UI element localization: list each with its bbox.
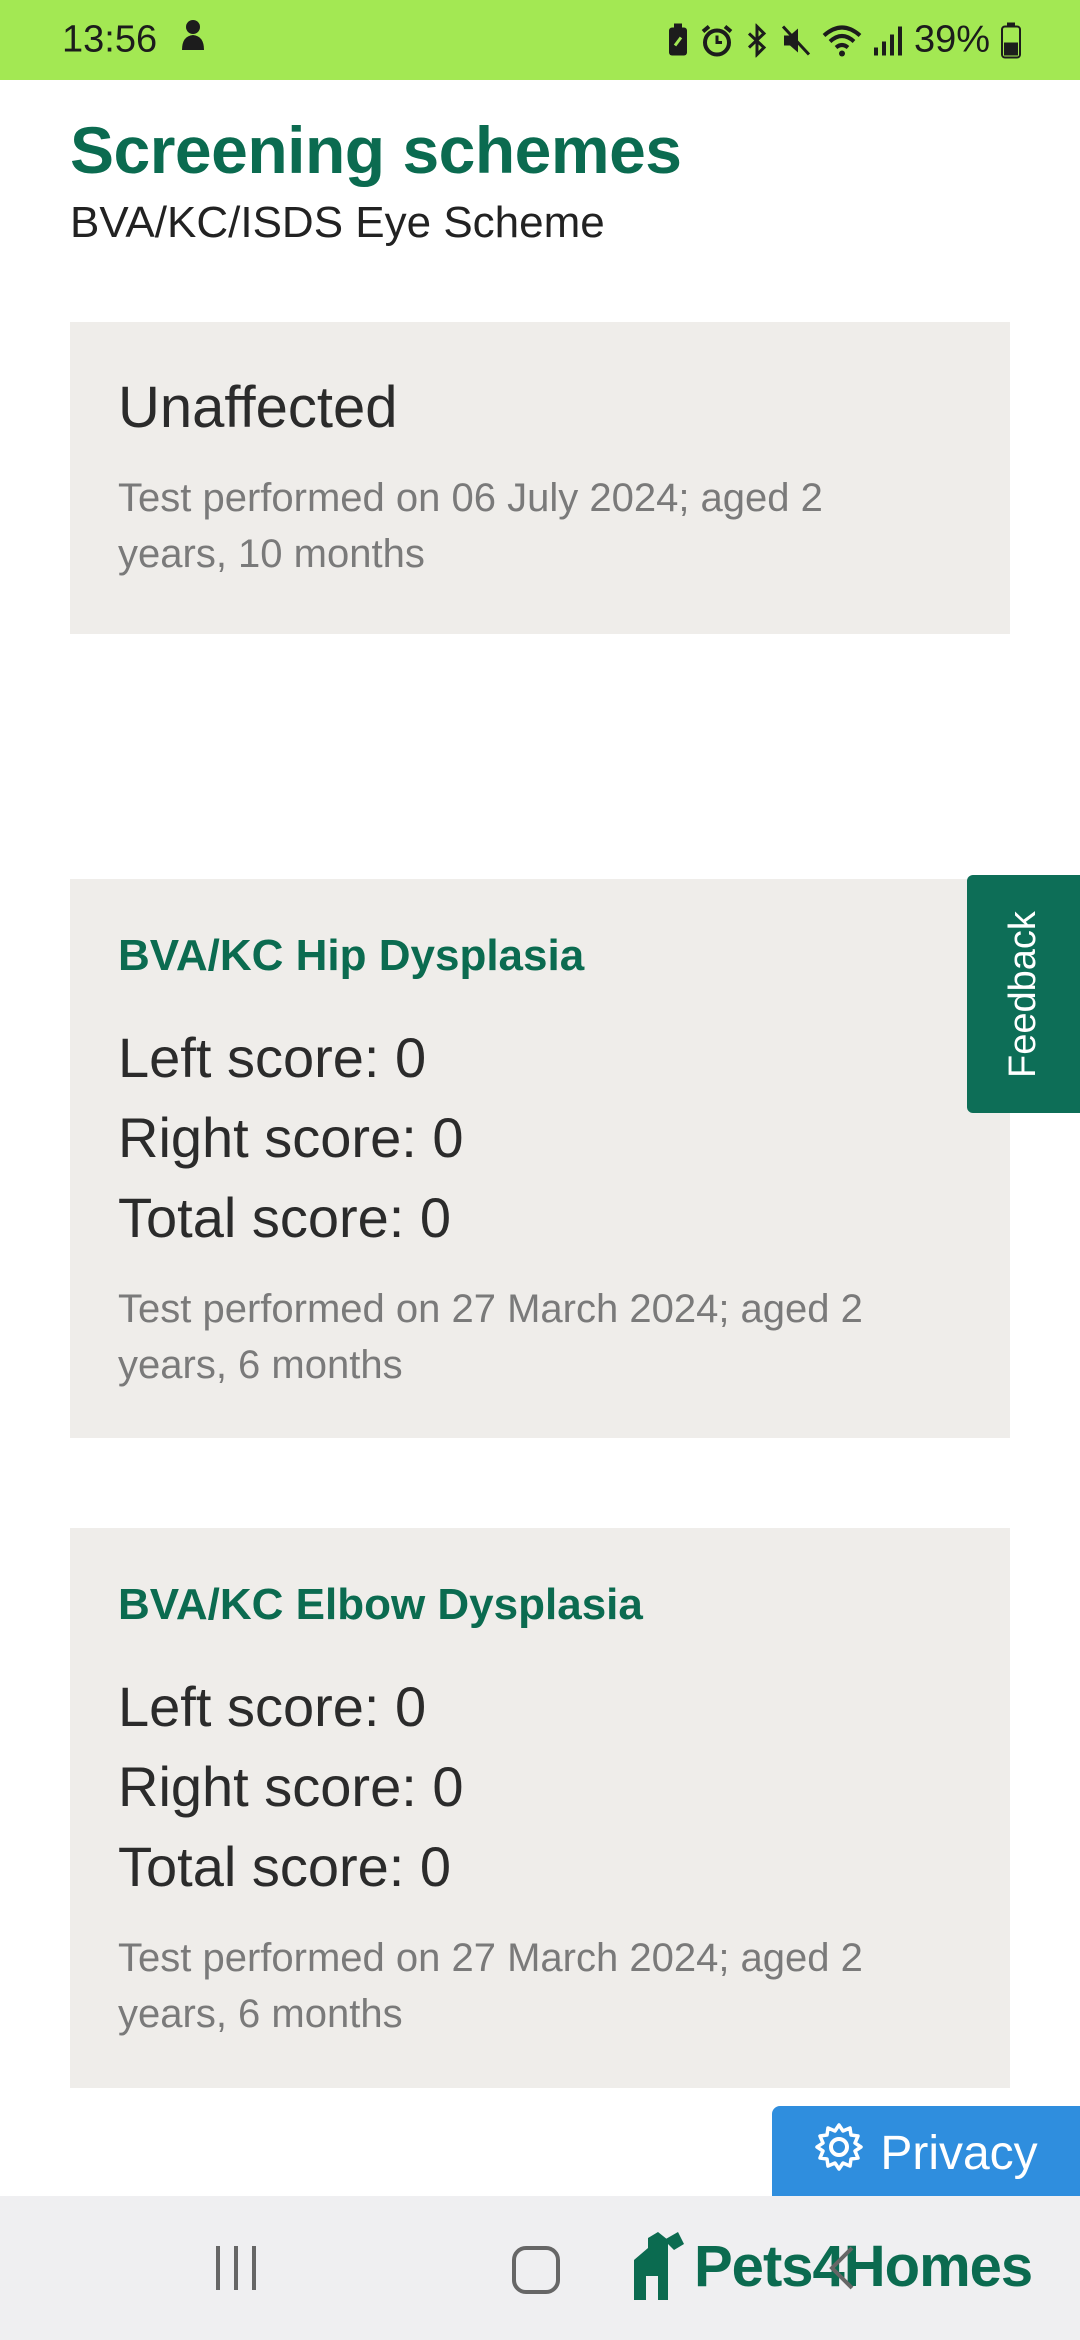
eye-result: Unaffected <box>118 375 398 440</box>
battery-saver-icon <box>666 23 690 57</box>
notification-mascot-icon <box>178 18 208 62</box>
hip-dysplasia-card: BVA/KC Hip Dysplasia Left score: 0 Right… <box>70 879 1010 1438</box>
bluetooth-icon <box>744 23 770 57</box>
wifi-icon <box>822 23 862 57</box>
hip-total-score: Total score: 0 <box>118 1186 452 1249</box>
elbow-right-score: Right score: 0 <box>118 1755 464 1818</box>
feedback-label: Feedback <box>1002 910 1045 1078</box>
home-button[interactable] <box>510 2244 562 2301</box>
status-icons: 39% <box>666 19 1022 62</box>
gear-icon <box>814 2122 864 2184</box>
brand-name: Pets4Homes <box>694 2234 1033 2299</box>
feedback-tab[interactable]: Feedback <box>967 875 1080 1113</box>
eye-test-meta: Test performed on 06 July 2024; aged 2 y… <box>118 476 823 576</box>
elbow-dysplasia-card: BVA/KC Elbow Dysplasia Left score: 0 Rig… <box>70 1528 1010 2088</box>
elbow-heading: BVA/KC Elbow Dysplasia <box>118 1580 643 1629</box>
hip-heading: BVA/KC Hip Dysplasia <box>118 931 585 980</box>
status-bar: 13:56 39% <box>0 0 1080 80</box>
battery-icon <box>1000 22 1022 58</box>
hip-left-score: Left score: 0 <box>118 1026 427 1089</box>
recent-apps-button[interactable] <box>212 2240 260 2301</box>
mute-icon <box>780 23 812 57</box>
hip-right-score: Right score: 0 <box>118 1106 464 1169</box>
battery-percent: 39% <box>913 18 990 61</box>
elbow-total-score: Total score: 0 <box>118 1835 452 1898</box>
back-button[interactable] <box>826 2242 856 2299</box>
privacy-label: Privacy <box>880 2126 1038 2180</box>
system-nav-bar: Pets4Homes <box>0 2196 1080 2340</box>
elbow-test-meta: Test performed on 27 March 2024; aged 2 … <box>118 1936 863 2036</box>
alarm-icon <box>700 23 734 57</box>
eye-scheme-card: Unaffected Test performed on 06 July 202… <box>70 322 1010 634</box>
status-time: 13:56 <box>62 18 158 61</box>
scheme-subtitle: BVA/KC/ISDS Eye Scheme <box>70 198 605 247</box>
privacy-button[interactable]: Privacy <box>772 2106 1080 2200</box>
elbow-left-score: Left score: 0 <box>118 1675 427 1738</box>
hip-test-meta: Test performed on 27 March 2024; aged 2 … <box>118 1287 863 1387</box>
signal-icon <box>872 23 904 57</box>
pets4homes-logo-icon <box>634 2232 684 2300</box>
page-title: Screening schemes <box>70 113 682 187</box>
